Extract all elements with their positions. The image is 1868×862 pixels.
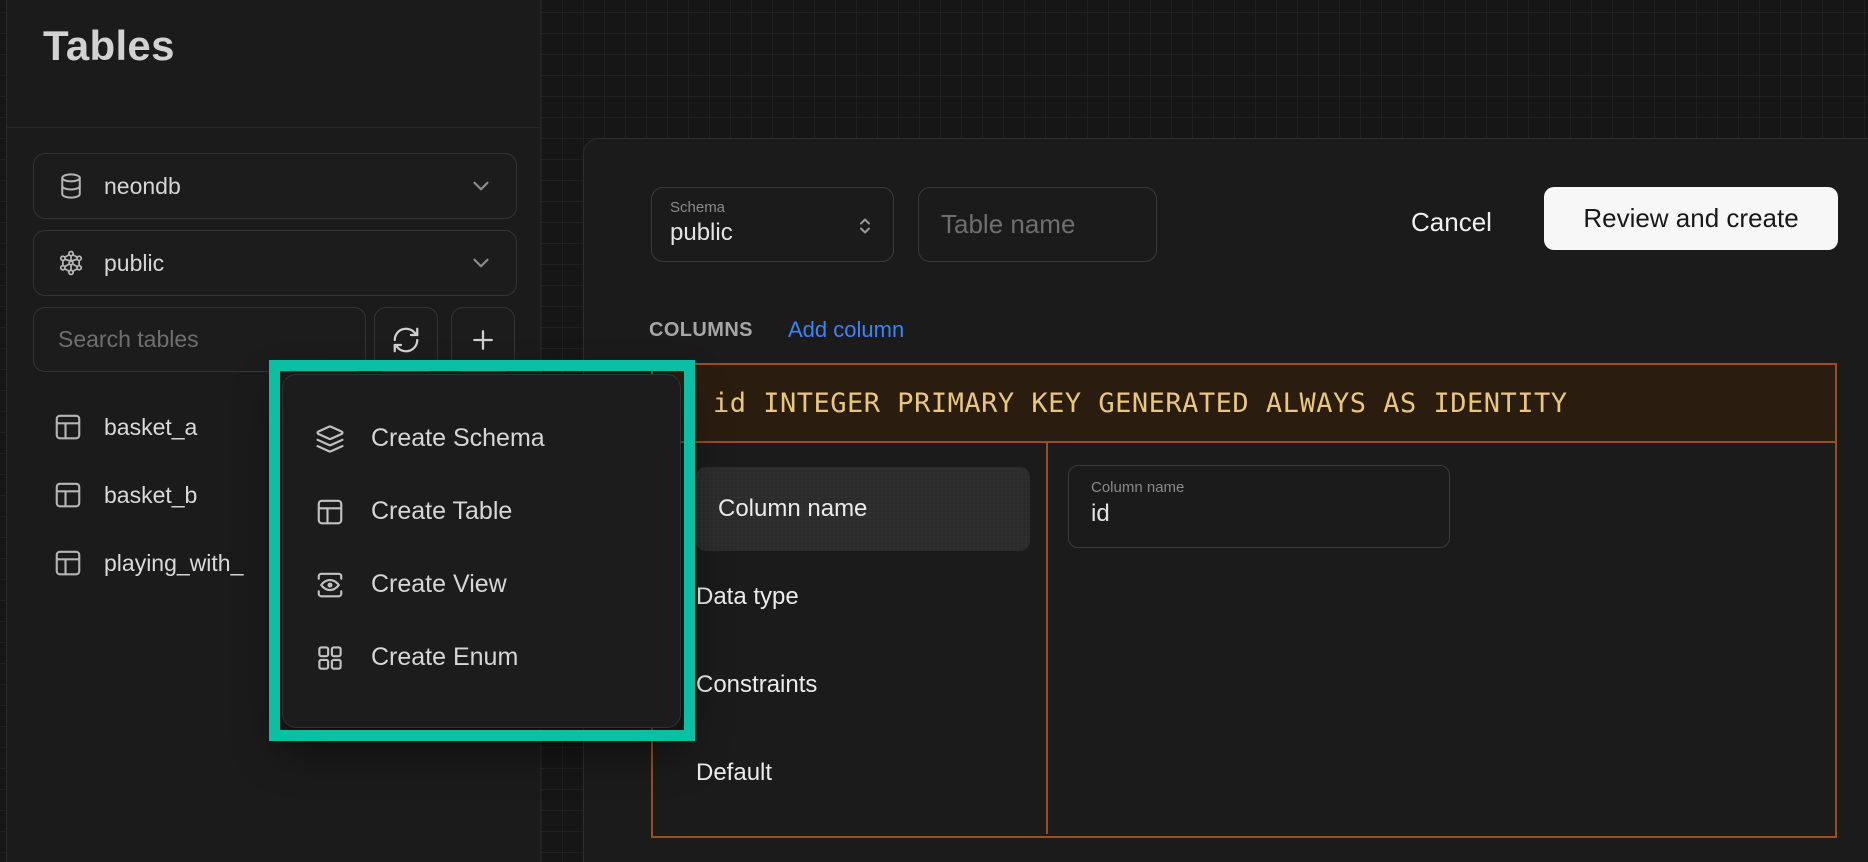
layers-icon	[315, 424, 345, 454]
create-table-panel: Schema public Cancel Review and create C…	[583, 138, 1868, 862]
schema-select-value: public	[104, 250, 164, 277]
database-icon	[56, 171, 86, 201]
tab-column-name[interactable]: Column name	[696, 467, 1030, 551]
refresh-icon	[391, 325, 421, 355]
table-row-label: playing_with_	[104, 550, 243, 577]
cancel-button[interactable]: Cancel	[1389, 197, 1514, 247]
schema-icon	[56, 248, 86, 278]
table-icon	[315, 497, 345, 527]
schema-select[interactable]: public	[33, 230, 517, 296]
sidebar-divider	[7, 127, 540, 128]
add-column-link[interactable]: Add column	[788, 317, 904, 343]
refresh-button[interactable]	[374, 307, 438, 372]
menu-item-create-table[interactable]: Create Table	[283, 475, 680, 548]
menu-item-label: Create View	[371, 570, 507, 599]
table-icon	[53, 412, 83, 442]
database-select[interactable]: neondb	[33, 153, 517, 219]
menu-item-create-enum[interactable]: Create Enum	[283, 621, 680, 694]
tab-default[interactable]: Default	[696, 731, 1030, 815]
menu-item-label: Create Schema	[371, 424, 545, 453]
editor-schema-select[interactable]: Schema public	[651, 187, 894, 262]
tab-data-type[interactable]: Data type	[696, 555, 1030, 639]
column-editor: id INTEGER PRIMARY KEY GENERATED ALWAYS …	[651, 363, 1837, 838]
schema-field-label: Schema	[670, 199, 875, 216]
column-name-field-label: Column name	[1091, 479, 1427, 496]
table-row-label: basket_a	[104, 414, 197, 441]
search-tables-input[interactable]	[33, 307, 366, 372]
create-menu: Create Schema Create Table Create View C…	[282, 374, 681, 728]
column-name-input[interactable]	[1091, 500, 1427, 528]
sidebar-title: Tables	[43, 22, 175, 70]
chevron-down-icon	[468, 250, 494, 276]
database-select-value: neondb	[104, 173, 181, 200]
app-canvas: Tables neondb public	[0, 0, 1868, 862]
column-name-field[interactable]: Column name	[1068, 465, 1450, 548]
column-tabs: Column name Data type Constraints Defaul…	[653, 443, 1046, 834]
table-icon	[53, 480, 83, 510]
menu-item-label: Create Enum	[371, 643, 518, 672]
review-and-create-button[interactable]: Review and create	[1544, 187, 1838, 250]
plus-icon	[468, 325, 498, 355]
columns-heading: COLUMNS	[649, 319, 753, 342]
view-icon	[315, 570, 345, 600]
tab-constraints[interactable]: Constraints	[696, 643, 1030, 727]
table-row-label: basket_b	[104, 482, 197, 509]
chevrons-up-down-icon	[853, 214, 877, 238]
column-detail: Column name	[1046, 443, 1835, 834]
table-icon	[53, 548, 83, 578]
schema-field-value: public	[670, 219, 875, 247]
grid-icon	[315, 643, 345, 673]
column-editor-body: Column name Data type Constraints Defaul…	[653, 443, 1835, 834]
menu-item-create-view[interactable]: Create View	[283, 548, 680, 621]
add-table-button[interactable]	[451, 307, 515, 372]
chevron-down-icon	[468, 173, 494, 199]
column-sql-text: id INTEGER PRIMARY KEY GENERATED ALWAYS …	[713, 388, 1568, 419]
menu-item-create-schema[interactable]: Create Schema	[283, 402, 680, 475]
table-name-input[interactable]	[918, 187, 1157, 262]
column-sql-row[interactable]: id INTEGER PRIMARY KEY GENERATED ALWAYS …	[653, 365, 1835, 443]
menu-item-label: Create Table	[371, 497, 512, 526]
